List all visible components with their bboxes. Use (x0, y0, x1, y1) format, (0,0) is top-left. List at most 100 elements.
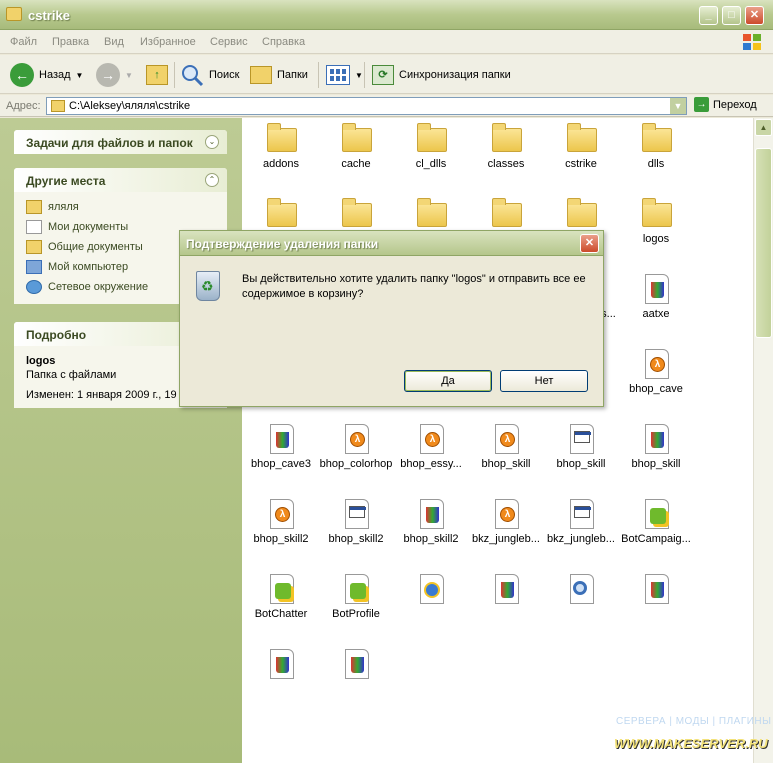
place-item[interactable]: Мой компьютер (26, 260, 128, 274)
file-item[interactable]: λ bhop_colorhop (318, 420, 394, 490)
file-item[interactable]: BotCampaig... (618, 495, 694, 565)
file-item[interactable]: λ bhop_skill2 (243, 495, 319, 565)
file-label: BotProfile (332, 608, 380, 620)
menu-file[interactable]: Файл (10, 36, 37, 48)
folder-icon (492, 123, 522, 152)
file-item[interactable]: BotProfile (318, 570, 394, 640)
file-item[interactable]: λ bhop_cave (618, 345, 694, 415)
menu-edit[interactable]: Правка (52, 36, 89, 48)
file-item[interactable]: bhop_skill2 (393, 495, 469, 565)
other-places-header[interactable]: Другие места ⌃ (14, 168, 227, 192)
address-input[interactable]: C:\Aleksey\яляля\cstrike ▼ (46, 97, 687, 115)
half-life-file-icon: λ (645, 349, 669, 379)
image-file-icon (420, 499, 444, 529)
file-item[interactable]: bhop_skill (618, 420, 694, 490)
file-label: cstrike (565, 158, 597, 170)
file-item[interactable]: bhop_cave3 (243, 420, 319, 490)
place-item[interactable]: Общие документы (26, 240, 143, 254)
recycle-bin-icon (196, 271, 220, 301)
vertical-scrollbar[interactable]: ▲ (753, 118, 773, 763)
file-label: cache (341, 158, 371, 170)
title-bar[interactable]: cstrike _ □ ✕ (0, 0, 773, 30)
menu-view[interactable]: Вид (104, 36, 124, 48)
file-label: bhop_cave (629, 383, 683, 395)
file-label: classes (487, 158, 525, 170)
file-tasks-header[interactable]: Задачи для файлов и папок ⌄ (14, 130, 227, 154)
file-item[interactable]: bhop_skill (543, 420, 619, 490)
search-button[interactable]: Поиск (180, 62, 239, 88)
menu-favorites[interactable]: Избранное (140, 36, 196, 48)
place-item[interactable]: Сетевое окружение (26, 280, 148, 294)
scroll-thumb[interactable] (755, 148, 772, 338)
file-label: bhop_colorhop (319, 458, 393, 470)
shared-documents-icon (26, 240, 42, 254)
file-item[interactable]: λ bhop_essy... (393, 420, 469, 490)
folder-icon (417, 198, 447, 227)
expand-chevron-icon[interactable]: ⌄ (205, 135, 219, 149)
windows-logo-icon (743, 34, 761, 50)
file-item[interactable]: λ bhop_skill (468, 420, 544, 490)
file-item[interactable] (468, 570, 544, 640)
file-item[interactable] (243, 645, 319, 715)
folders-button[interactable]: Папки (250, 62, 308, 88)
file-label: cl_dlls (415, 158, 447, 170)
file-item[interactable]: cl_dlls (393, 120, 469, 190)
half-life-file-icon: λ (345, 424, 369, 454)
file-item[interactable]: bhop_skill2 (318, 495, 394, 565)
up-button[interactable]: ↑ (146, 62, 168, 88)
file-item[interactable]: cstrike (543, 120, 619, 190)
image-file-icon (645, 274, 669, 304)
file-item[interactable]: logos (618, 195, 694, 265)
file-item[interactable]: dlls (618, 120, 694, 190)
file-item[interactable] (618, 570, 694, 640)
watermark: СЕРВЕРА | МОДЫ | ПЛАГИНЫ WWW.MAKESERVER.… (612, 714, 772, 758)
half-life-file-icon: λ (495, 424, 519, 454)
scroll-up-button[interactable]: ▲ (755, 119, 772, 136)
other-places-title: Другие места (26, 174, 106, 188)
place-item[interactable]: Мои документы (26, 220, 128, 234)
views-button[interactable]: ▼ (326, 62, 363, 88)
dialog-title-bar[interactable]: Подтверждение удаления папки ✕ (180, 231, 603, 256)
file-item[interactable]: cache (318, 120, 394, 190)
back-button[interactable]: ← Назад ▼ (10, 62, 83, 88)
explorer-window: cstrike _ □ ✕ Файл Правка Вид Избранное … (0, 0, 773, 763)
file-item[interactable]: BotChatter (243, 570, 319, 640)
file-item[interactable]: classes (468, 120, 544, 190)
folder-icon (267, 123, 297, 152)
forward-button[interactable]: → ▼ (96, 62, 133, 88)
close-button[interactable]: ✕ (745, 6, 764, 25)
collapse-chevron-icon[interactable]: ⌃ (205, 173, 219, 187)
config-file-icon (570, 424, 594, 454)
sync-button[interactable]: ⟳ Синхронизация папки (372, 62, 511, 88)
toolbar-separator (318, 62, 319, 88)
window-title: cstrike (28, 8, 70, 23)
go-button[interactable]: → Переход (694, 97, 757, 112)
file-item[interactable] (318, 645, 394, 715)
no-button[interactable]: Нет (500, 370, 588, 392)
menu-help[interactable]: Справка (262, 36, 305, 48)
toolbar-separator (364, 62, 365, 88)
yes-button[interactable]: Да (404, 370, 492, 392)
maximize-button[interactable]: □ (722, 6, 741, 25)
file-item[interactable] (543, 570, 619, 640)
go-label: Переход (713, 98, 757, 111)
image-file-icon (645, 574, 669, 604)
back-arrow-icon: ← (10, 63, 34, 87)
my-documents-icon (26, 220, 42, 234)
file-label: bhop_cave3 (251, 458, 311, 470)
dialog-close-button[interactable]: ✕ (580, 234, 599, 253)
address-value: C:\Aleksey\яляля\cstrike (69, 100, 191, 112)
file-item[interactable] (393, 570, 469, 640)
watermark-line1: СЕРВЕРА | МОДЫ | ПЛАГИНЫ (616, 716, 772, 727)
folder-icon (567, 198, 597, 227)
file-item[interactable]: bkz_jungleb... (543, 495, 619, 565)
menu-tools[interactable]: Сервис (210, 36, 248, 48)
file-item[interactable]: λ bkz_jungleb... (468, 495, 544, 565)
minimize-button[interactable]: _ (699, 6, 718, 25)
file-item[interactable]: addons (243, 120, 319, 190)
address-dropdown-button[interactable]: ▼ (670, 98, 686, 114)
place-item[interactable]: яляля (26, 200, 79, 214)
file-label: BotChatter (254, 608, 308, 620)
file-item[interactable]: aatxe (618, 270, 694, 340)
details-title: Подробно (26, 328, 87, 342)
